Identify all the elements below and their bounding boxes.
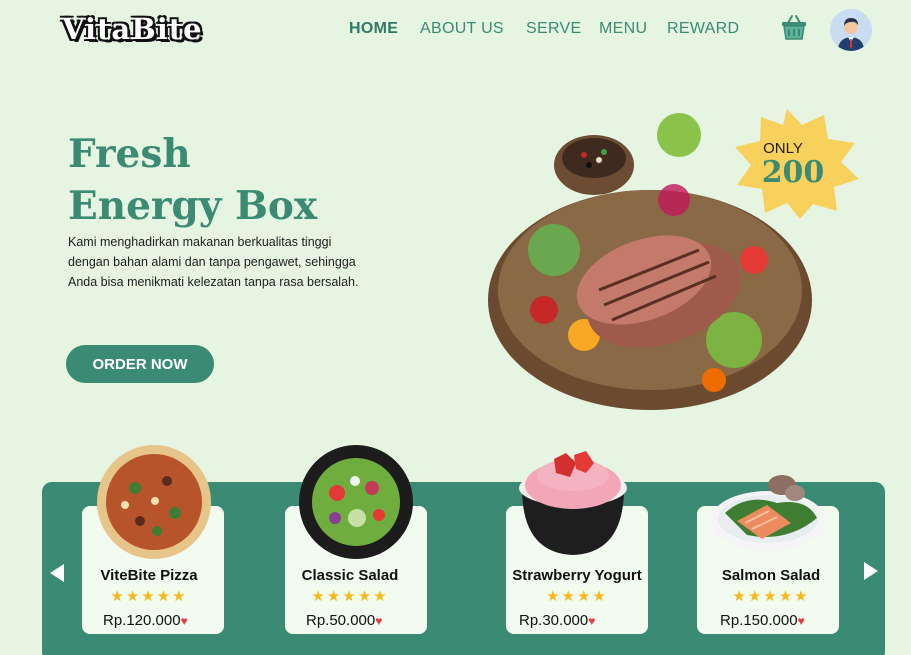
hero-description: Kami menghadirkan makanan berkualitas ti…	[68, 235, 359, 289]
salmon-salad-image	[710, 475, 826, 551]
price-value: Rp.150.000	[720, 612, 798, 629]
user-avatar-icon[interactable]	[830, 9, 872, 51]
product-price: Rp.120.000♥	[103, 612, 188, 629]
heart-icon[interactable]: ♥	[181, 614, 188, 628]
heart-icon[interactable]: ♥	[798, 614, 805, 628]
order-now-button[interactable]: ORDER NOW	[66, 345, 214, 383]
nav-home[interactable]: HOME	[349, 20, 398, 38]
product-name: Salmon Salad	[721, 567, 821, 584]
nav-about-us[interactable]: ABOUT US	[420, 20, 504, 38]
price-value: Rp.30.000	[519, 612, 589, 629]
rating-stars: ★★★★★	[110, 588, 188, 605]
rating-stars: ★★★★	[546, 588, 608, 605]
rating-stars: ★★★★★	[311, 588, 389, 605]
price-value: Rp.50.000	[306, 612, 376, 629]
nav-serve[interactable]: SERVE	[526, 20, 581, 38]
price-value: Rp.120.000	[103, 612, 181, 629]
hero-title-line1: Fresh	[68, 131, 191, 177]
heart-icon[interactable]: ♥	[375, 614, 382, 628]
product-name: Strawberry Yogurt	[512, 567, 642, 584]
product-name: Classic Salad	[301, 567, 399, 584]
hero-title-line2: Energy Box	[68, 183, 318, 229]
product-name: ViteBite Pizza	[100, 567, 198, 584]
badge-number: 200	[761, 155, 825, 190]
arrow-right-icon[interactable]	[862, 560, 880, 582]
main-nav: HOME ABOUT US SERVE MENU REWARD	[0, 20, 911, 40]
nav-reward[interactable]: REWARD	[667, 20, 739, 38]
heart-icon[interactable]: ♥	[588, 614, 595, 628]
rating-stars: ★★★★★	[732, 588, 810, 605]
hero-title: Fresh Energy Box	[68, 128, 317, 232]
product-price: Rp.50.000♥	[306, 612, 382, 629]
product-price: Rp.150.000♥	[720, 612, 805, 629]
pizza-image	[97, 445, 211, 559]
shopping-basket-icon[interactable]	[779, 12, 809, 42]
product-price: Rp.30.000♥	[519, 612, 595, 629]
classic-salad-image	[299, 445, 413, 559]
arrow-left-icon[interactable]	[48, 562, 66, 584]
strawberry-yogurt-image	[519, 451, 627, 555]
nav-menu[interactable]: MENU	[599, 20, 647, 38]
